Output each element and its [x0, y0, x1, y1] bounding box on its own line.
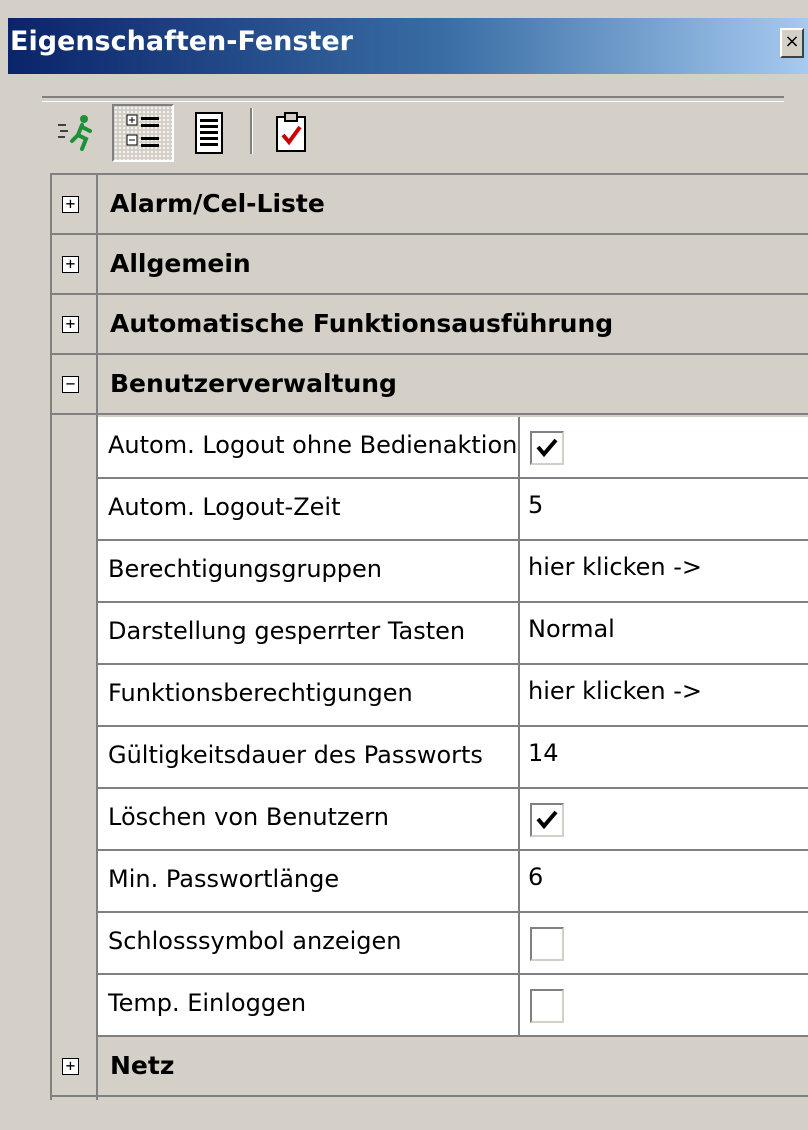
category-label: Benutzerverwaltung — [110, 369, 397, 398]
alphabetical-view-icon — [195, 112, 223, 154]
check-mark-icon — [536, 438, 558, 458]
categorized-view-icon — [126, 114, 159, 147]
property-name: Berechtigungsgruppen — [108, 555, 382, 583]
toolbar-divider — [250, 108, 253, 154]
column-splitter[interactable] — [518, 727, 520, 787]
property-row[interactable]: Gültigkeitsdauer des Passworts 14 — [98, 727, 808, 789]
property-row[interactable]: Autom. Logout ohne Bedienaktion — [98, 417, 808, 479]
property-name: Löschen von Benutzern — [108, 803, 389, 831]
property-name: Autom. Logout-Zeit — [108, 493, 341, 521]
column-splitter[interactable] — [518, 975, 520, 1035]
window-title: Eigenschaften-Fenster — [10, 26, 353, 57]
category-label: Alarm/Cel-Liste — [110, 189, 325, 218]
categorized-view-button[interactable] — [112, 104, 174, 162]
property-name: Min. Passwortlänge — [108, 865, 340, 893]
close-button[interactable]: × — [780, 28, 804, 58]
column-splitter[interactable] — [518, 417, 520, 477]
expand-icon[interactable]: + — [62, 196, 79, 213]
expand-icon[interactable]: + — [62, 256, 79, 273]
column-splitter[interactable] — [518, 479, 520, 539]
property-row[interactable]: Funktionsberechtigungen hier klicken -> — [98, 665, 808, 727]
property-row[interactable]: Schlosssymbol anzeigen — [98, 913, 808, 975]
property-value[interactable]: hier klicken -> — [528, 553, 702, 581]
run-icon — [58, 115, 92, 151]
property-value[interactable]: 14 — [528, 739, 559, 767]
property-checkbox[interactable] — [530, 927, 564, 961]
property-grid[interactable]: + Alarm/Cel-Liste + Allgemein + Automati… — [50, 173, 808, 1100]
column-splitter[interactable] — [518, 913, 520, 973]
category-benutzerverwaltung[interactable]: − Benutzerverwaltung — [52, 355, 808, 415]
column-splitter[interactable] — [518, 603, 520, 663]
expand-icon[interactable]: + — [62, 316, 79, 333]
property-value[interactable]: 6 — [528, 863, 543, 891]
property-row[interactable]: Autom. Logout-Zeit 5 — [98, 479, 808, 541]
category-label: Allgemein — [110, 249, 251, 278]
property-row[interactable]: Berechtigungsgruppen hier klicken -> — [98, 541, 808, 603]
expand-icon[interactable]: + — [62, 1058, 79, 1075]
property-row[interactable]: Temp. Einloggen — [98, 975, 808, 1037]
toolbar-separator — [42, 96, 784, 102]
run-button[interactable] — [50, 104, 106, 162]
property-name: Autom. Logout ohne Bedienaktion — [108, 431, 518, 459]
collapse-icon[interactable]: − — [62, 376, 79, 393]
close-icon: × — [784, 31, 800, 52]
property-value[interactable]: 5 — [528, 491, 543, 519]
category-allgemein[interactable]: + Allgemein — [52, 235, 808, 295]
property-checkbox[interactable] — [530, 431, 564, 465]
property-value[interactable]: hier klicken -> — [528, 677, 702, 705]
property-row[interactable]: Min. Passwortlänge 6 — [98, 851, 808, 913]
column-splitter[interactable] — [518, 665, 520, 725]
property-row[interactable]: Löschen von Benutzern — [98, 789, 808, 851]
property-pages-icon — [276, 112, 306, 152]
property-name: Funktionsberechtigungen — [108, 679, 413, 707]
alphabetical-view-button[interactable] — [180, 104, 238, 162]
property-checkbox[interactable] — [530, 989, 564, 1023]
property-pages-button[interactable] — [260, 104, 322, 162]
property-name: Schlosssymbol anzeigen — [108, 927, 402, 955]
column-splitter[interactable] — [518, 541, 520, 601]
title-bar[interactable]: Eigenschaften-Fenster × — [8, 18, 808, 74]
property-value[interactable]: Normal — [528, 615, 615, 643]
property-checkbox[interactable] — [530, 803, 564, 837]
category-label: Automatische Funktionsausführung — [110, 309, 614, 338]
property-name: Temp. Einloggen — [108, 989, 307, 1017]
column-splitter[interactable] — [518, 851, 520, 911]
check-mark-icon — [536, 810, 558, 830]
category-automatische-funktionsausfuehrung[interactable]: + Automatische Funktionsausführung — [52, 295, 808, 355]
property-row[interactable]: Darstellung gesperrter Tasten Normal — [98, 603, 808, 665]
property-name: Darstellung gesperrter Tasten — [108, 617, 466, 645]
category-label: Netz — [110, 1051, 175, 1080]
category-alarm-cel-liste[interactable]: + Alarm/Cel-Liste — [52, 175, 808, 235]
property-name: Gültigkeitsdauer des Passworts — [108, 741, 483, 769]
column-splitter[interactable] — [518, 789, 520, 849]
category-netz[interactable]: + Netz — [52, 1037, 808, 1097]
